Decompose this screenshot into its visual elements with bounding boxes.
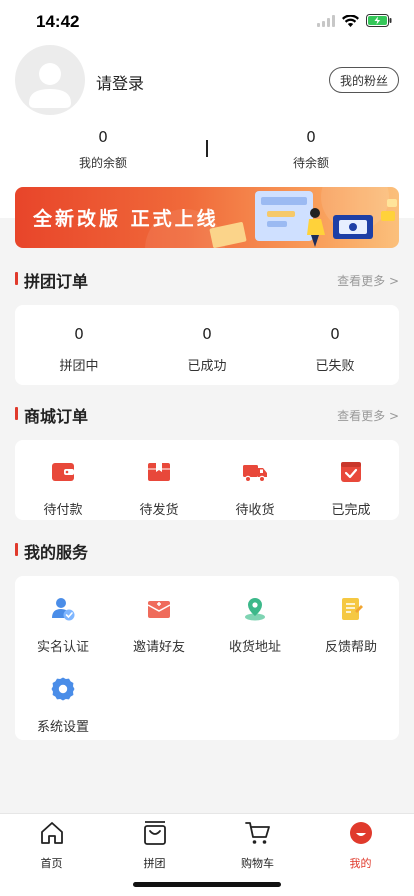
group-stat-label: 已成功 bbox=[187, 359, 227, 374]
promo-banner[interactable]: 全新改版 正式上线 bbox=[15, 187, 399, 248]
my-balance-label: 我的余额 bbox=[78, 156, 127, 170]
section-marker bbox=[15, 272, 18, 285]
invite-mail-icon bbox=[147, 601, 171, 618]
mall-orders-title: 商城订单 bbox=[24, 407, 89, 426]
group-orders-title: 拼团订单 bbox=[24, 272, 89, 291]
profile-icon bbox=[349, 822, 372, 844]
group-stat-failed[interactable]: 0 已失败 bbox=[271, 305, 399, 374]
tab-label: 购物车 bbox=[241, 857, 274, 870]
service-feedback-help[interactable]: 反馈帮助 bbox=[303, 596, 399, 655]
mall-order-label: 待发货 bbox=[139, 503, 179, 518]
status-time: 14:42 bbox=[36, 12, 80, 31]
service-label: 邀请好友 bbox=[132, 640, 185, 655]
signal-icon bbox=[317, 14, 335, 27]
my-balance-value: 0 bbox=[98, 128, 108, 146]
section-marker bbox=[15, 543, 18, 556]
verified-user-icon bbox=[52, 598, 75, 621]
service-invite-friends[interactable]: 邀请好友 bbox=[111, 596, 207, 655]
my-balance[interactable]: 0 我的余额 bbox=[43, 128, 163, 171]
group-stat-label: 已失败 bbox=[315, 359, 355, 374]
avatar[interactable] bbox=[15, 45, 85, 115]
service-shipping-address[interactable]: 收货地址 bbox=[207, 596, 303, 655]
mall-order-pending-shipment[interactable]: 待发货 bbox=[111, 459, 207, 518]
tab-group-buy[interactable]: 拼团 bbox=[103, 820, 206, 871]
home-icon bbox=[40, 822, 63, 844]
service-label: 系统设置 bbox=[36, 720, 89, 735]
mall-orders-more-link[interactable]: 查看更多 > bbox=[337, 407, 399, 424]
service-label: 实名认证 bbox=[36, 640, 89, 655]
group-stat-value: 0 bbox=[202, 325, 212, 343]
mall-orders-card: 待付款 待发货 待收货 已完成 bbox=[15, 440, 399, 520]
group-stat-success[interactable]: 0 已成功 bbox=[143, 305, 271, 374]
service-label: 反馈帮助 bbox=[324, 640, 377, 655]
service-system-settings[interactable]: 系统设置 bbox=[15, 676, 111, 735]
balance-divider bbox=[206, 140, 208, 157]
group-stat-label: 拼团中 bbox=[59, 359, 99, 374]
services-title: 我的服务 bbox=[24, 543, 89, 562]
battery-charging-icon bbox=[366, 14, 392, 27]
mall-order-pending-receipt[interactable]: 待收货 bbox=[207, 459, 303, 518]
group-stat-in-progress[interactable]: 0 拼团中 bbox=[15, 305, 143, 374]
status-bar: 14:42 bbox=[0, 0, 414, 44]
mall-order-pending-payment[interactable]: 待付款 bbox=[15, 459, 111, 518]
mall-order-label: 已完成 bbox=[331, 503, 371, 518]
services-header: 我的服务 bbox=[15, 539, 399, 562]
check-box-icon bbox=[341, 462, 361, 482]
my-fans-button[interactable]: 我的粉丝 bbox=[329, 67, 399, 93]
wifi-icon bbox=[342, 14, 359, 27]
pending-balance-value: 0 bbox=[306, 128, 316, 146]
tab-mine[interactable]: 我的 bbox=[309, 820, 412, 871]
group-orders-header: 拼团订单 查看更多 > bbox=[15, 268, 399, 291]
group-stat-value: 0 bbox=[74, 325, 84, 343]
package-icon bbox=[148, 463, 170, 481]
login-link[interactable]: 请登录 bbox=[96, 70, 144, 94]
status-icons bbox=[317, 14, 392, 27]
banner-text: 全新改版 正式上线 bbox=[33, 208, 219, 230]
pending-balance-label: 待余额 bbox=[292, 156, 329, 170]
feedback-note-icon bbox=[342, 598, 363, 620]
settings-gear-icon bbox=[51, 677, 75, 701]
truck-icon bbox=[243, 465, 267, 483]
tab-cart[interactable]: 购物车 bbox=[206, 820, 309, 871]
group-stat-value: 0 bbox=[330, 325, 340, 343]
pending-balance[interactable]: 0 待余额 bbox=[251, 128, 371, 171]
mall-orders-header: 商城订单 查看更多 > bbox=[15, 403, 399, 426]
tab-label: 首页 bbox=[40, 857, 63, 870]
cart-icon bbox=[244, 822, 270, 844]
tab-home[interactable]: 首页 bbox=[0, 820, 103, 871]
service-label: 收货地址 bbox=[228, 640, 281, 655]
services-card: 实名认证 邀请好友 收货地址 反馈帮助 系统设置 bbox=[15, 576, 399, 740]
shopping-bag-icon bbox=[143, 821, 166, 845]
mall-order-completed[interactable]: 已完成 bbox=[303, 459, 399, 518]
tab-label: 拼团 bbox=[143, 857, 166, 870]
service-real-name-verification[interactable]: 实名认证 bbox=[15, 596, 111, 655]
default-avatar-icon bbox=[29, 63, 71, 108]
mall-order-label: 待收货 bbox=[235, 503, 275, 518]
tab-label: 我的 bbox=[349, 857, 372, 870]
home-indicator bbox=[133, 882, 281, 887]
group-orders-card: 0 拼团中 0 已成功 0 已失败 bbox=[15, 305, 399, 385]
wallet-icon bbox=[52, 463, 74, 481]
group-orders-more-link[interactable]: 查看更多 > bbox=[337, 272, 399, 289]
section-marker bbox=[15, 407, 18, 420]
mall-order-label: 待付款 bbox=[43, 503, 83, 518]
location-pin-icon bbox=[245, 598, 265, 621]
